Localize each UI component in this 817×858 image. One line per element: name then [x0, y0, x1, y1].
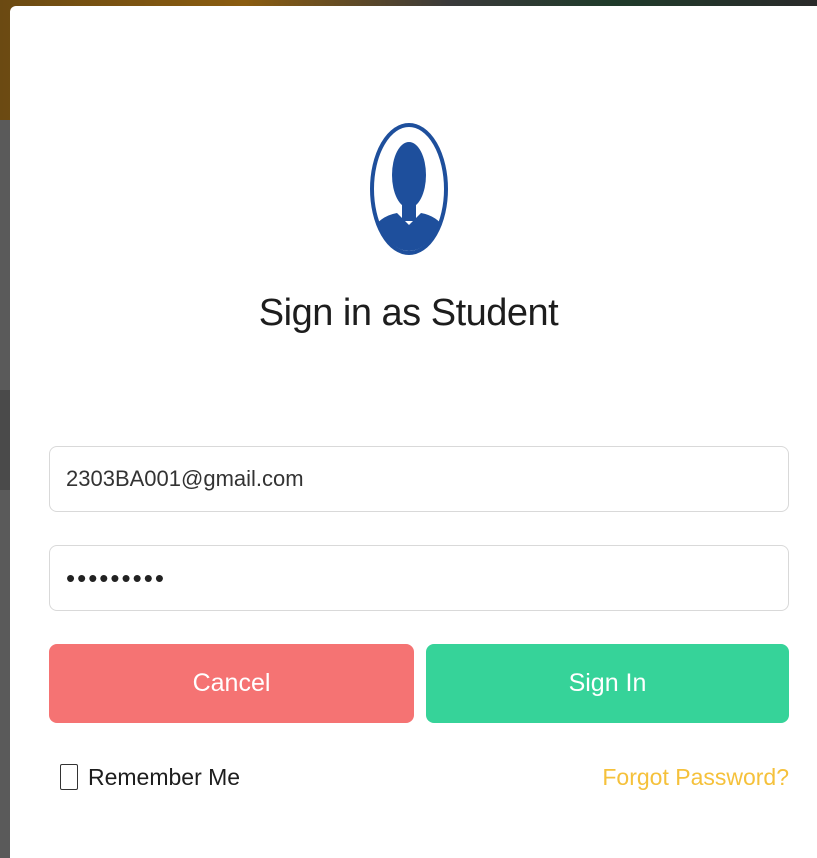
cancel-button[interactable]: Cancel	[49, 644, 414, 723]
email-input[interactable]	[49, 446, 789, 512]
remember-me-checkbox[interactable]	[60, 764, 78, 790]
sign-in-button[interactable]: Sign In	[426, 644, 789, 723]
remember-me-control[interactable]: Remember Me	[60, 760, 240, 794]
user-avatar-icon	[370, 123, 448, 255]
password-input[interactable]	[49, 545, 789, 611]
remember-me-label: Remember Me	[88, 763, 241, 790]
dialog-title: Sign in as Student	[258, 292, 559, 334]
forgot-password-link[interactable]: Forgot Password?	[602, 760, 789, 794]
